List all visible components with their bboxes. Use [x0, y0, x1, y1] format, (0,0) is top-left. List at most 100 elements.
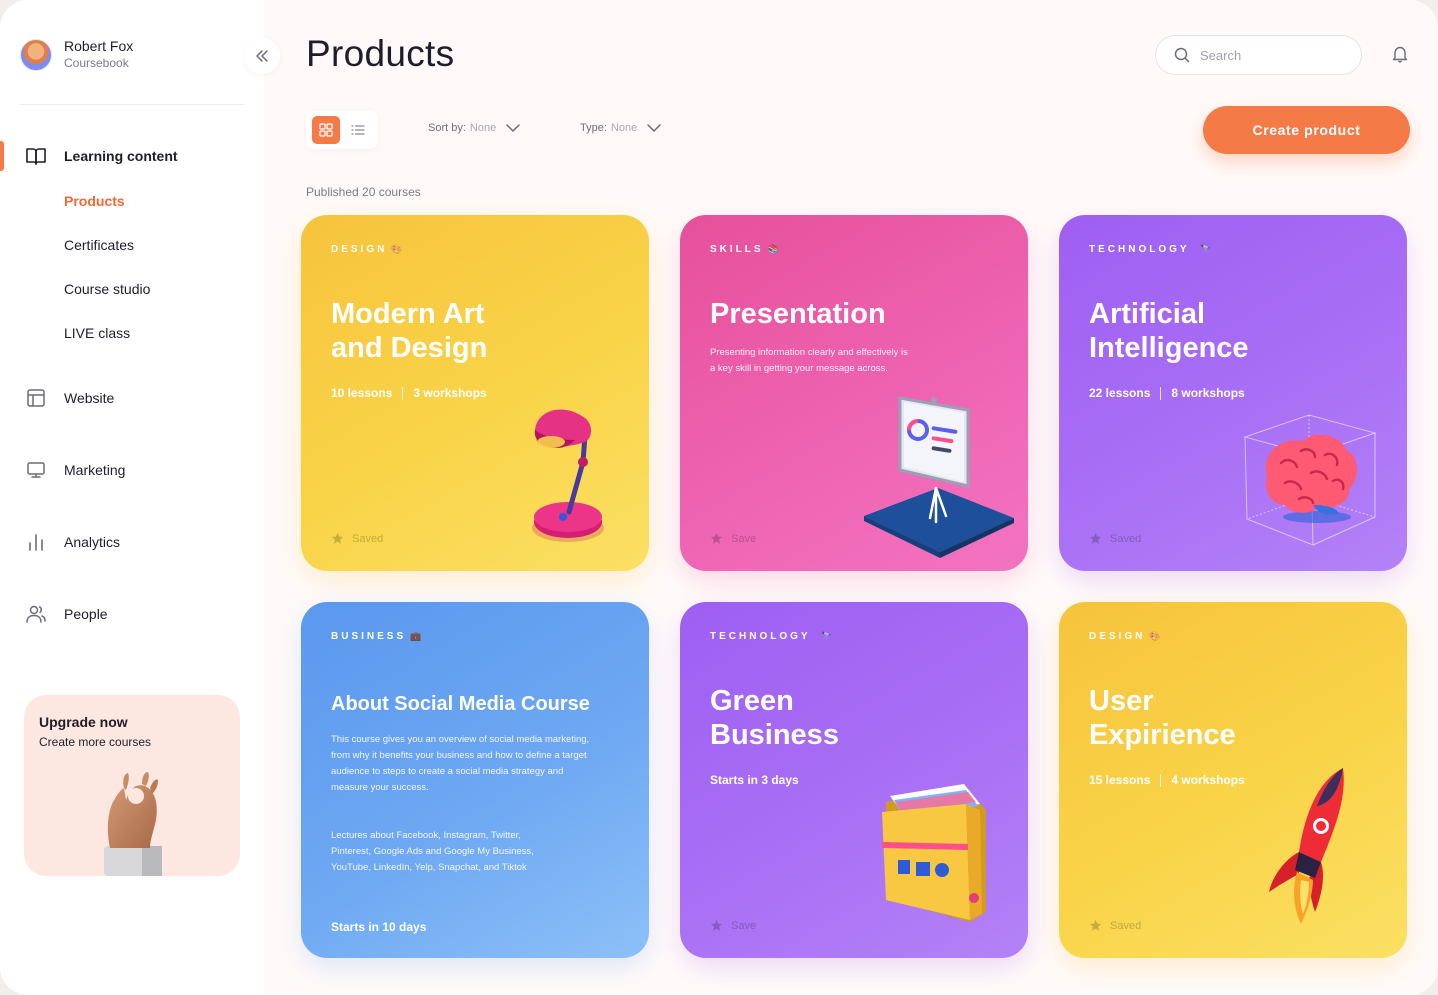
card-meta: 15 lessons 4 workshops	[1089, 773, 1245, 787]
course-card-social-media[interactable]: BUSINESS 💼 About Social Media Course This…	[301, 602, 649, 958]
user-profile[interactable]: Robert Fox Coursebook	[20, 38, 133, 71]
people-icon	[24, 602, 48, 626]
view-toggle	[306, 111, 378, 149]
nav-learning-content-label: Learning content	[64, 148, 178, 164]
card-title: User Expirience	[1089, 685, 1236, 751]
grid-view-button[interactable]	[312, 116, 340, 144]
sort-dropdown[interactable]: Sort by: None	[428, 122, 520, 134]
collapse-icon	[256, 50, 268, 62]
ok-hand-illustration	[104, 772, 162, 876]
brain-cube-illustration	[1243, 414, 1377, 546]
save-toggle[interactable]: Save	[710, 919, 756, 932]
sidebar-item-products[interactable]: Products	[64, 193, 125, 209]
sidebar: Robert Fox Coursebook Learning content P…	[0, 0, 280, 995]
nav-website-label: Website	[64, 390, 115, 406]
star-icon	[1089, 532, 1102, 544]
card-description: Presenting information clearly and effec…	[710, 347, 908, 374]
card-title: Modern Art and Design	[331, 298, 488, 364]
course-card-user-experience[interactable]: DESIGN 🎨 User Expirience 15 lessons 4 work…	[1059, 602, 1407, 958]
card-description-secondary: Lectures about Facebook, Instagram, Twit…	[331, 830, 534, 873]
type-label: Type:	[580, 122, 607, 134]
sidebar-item-live-class[interactable]: LIVE class	[64, 325, 130, 341]
course-card-artificial-intelligence[interactable]: TECHNOLOGY 🔭 Artificial Intelligence 22 l…	[1059, 215, 1407, 571]
card-title: Green Business	[710, 685, 839, 751]
published-count: Published 20 courses	[306, 185, 421, 199]
save-label: Saved	[1110, 919, 1142, 932]
rocket-illustration	[1269, 768, 1344, 924]
card-title: About Social Media Course	[331, 693, 590, 715]
nav-analytics-label: Analytics	[64, 534, 121, 550]
card-start-date: Starts in 10 days	[331, 920, 427, 934]
nav-people-label: People	[64, 606, 108, 622]
nav-website[interactable]: Website	[24, 386, 114, 410]
card-tag: DESIGN 🎨	[1089, 631, 1161, 642]
folder-illustration	[882, 784, 986, 922]
nav-marketing[interactable]: Marketing	[24, 458, 125, 482]
bell-icon	[1392, 46, 1408, 63]
search-icon	[1174, 47, 1190, 63]
save-toggle[interactable]: Save	[710, 532, 756, 545]
app-frame: Robert Fox Coursebook Learning content P…	[0, 0, 1438, 995]
card-title: Presentation	[710, 298, 886, 330]
sort-value: None	[469, 122, 497, 134]
card-tag: TECHNOLOGY 🔭	[1089, 244, 1211, 255]
book-icon	[24, 144, 48, 168]
upgrade-subtitle: Create more courses	[39, 735, 152, 749]
card-meta: 10 lessons 3 workshops	[331, 386, 487, 400]
save-label: Save	[731, 532, 757, 545]
nav-people[interactable]: People	[24, 602, 108, 626]
profile-subtitle: Coursebook	[64, 56, 129, 70]
analytics-icon	[24, 530, 48, 554]
nav-marketing-label: Marketing	[64, 462, 126, 478]
nav-learning-content[interactable]: Learning content	[24, 144, 178, 168]
profile-name: Robert Fox	[64, 38, 134, 54]
card-title: Artificial Intelligence	[1089, 298, 1249, 364]
sort-label: Sort by:	[428, 122, 466, 134]
notifications-button[interactable]	[1392, 45, 1408, 68]
type-dropdown[interactable]: Type: None	[580, 122, 661, 134]
search-box[interactable]	[1155, 35, 1362, 75]
card-meta: 22 lessons 8 workshops	[1089, 386, 1245, 400]
chevron-down-icon	[506, 124, 520, 132]
card-tag: DESIGN 🎨	[331, 244, 403, 255]
star-icon	[331, 532, 344, 544]
card-tag: SKILLS 📚	[710, 244, 779, 255]
collapse-sidebar-button[interactable]	[244, 38, 280, 74]
save-toggle[interactable]: Saved	[331, 532, 383, 545]
card-tag: BUSINESS 💼	[331, 631, 422, 642]
upgrade-title: Upgrade now	[39, 714, 128, 730]
active-indicator	[0, 141, 4, 171]
save-toggle[interactable]: Saved	[1089, 919, 1141, 932]
save-label: Saved	[1110, 532, 1142, 545]
star-icon	[710, 919, 723, 931]
save-toggle[interactable]: Saved	[1089, 532, 1141, 545]
sidebar-item-course-studio[interactable]: Course studio	[64, 281, 150, 297]
card-start-date: Starts in 3 days	[710, 773, 799, 787]
monitor-icon	[24, 458, 48, 482]
nav-analytics[interactable]: Analytics	[24, 530, 120, 554]
course-card-modern-art[interactable]: DESIGN 🎨 Modern Art and Design 10 lessons…	[301, 215, 649, 571]
search-input[interactable]	[1200, 47, 1340, 63]
page-title: Products	[306, 33, 455, 74]
card-tag: TECHNOLOGY 🔭	[710, 631, 832, 642]
save-label: Save	[731, 919, 757, 932]
course-card-presentation[interactable]: SKILLS 📚 Presentation Presenting informat…	[680, 215, 1028, 571]
chevron-down-icon	[647, 124, 661, 132]
card-description: This course gives you an overview of soc…	[331, 734, 590, 793]
desk-lamp-illustration	[532, 409, 604, 542]
grid-icon	[319, 123, 333, 137]
presentation-board-illustration	[864, 396, 1014, 558]
avatar	[20, 38, 52, 71]
sidebar-item-certificates[interactable]: Certificates	[64, 237, 134, 253]
sidebar-divider	[20, 104, 244, 105]
create-product-button[interactable]: Create product	[1203, 106, 1410, 154]
save-label: Saved	[352, 532, 384, 545]
star-icon	[1089, 919, 1102, 931]
layout-icon	[24, 386, 48, 410]
type-value: None	[610, 122, 638, 134]
upgrade-banner[interactable]: Upgrade now Create more courses	[24, 695, 240, 876]
list-icon	[351, 125, 365, 135]
course-card-green-business[interactable]: TECHNOLOGY 🔭 Green Business Starts in 3 d…	[680, 602, 1028, 958]
list-view-button[interactable]	[348, 120, 368, 140]
star-icon	[710, 532, 723, 544]
